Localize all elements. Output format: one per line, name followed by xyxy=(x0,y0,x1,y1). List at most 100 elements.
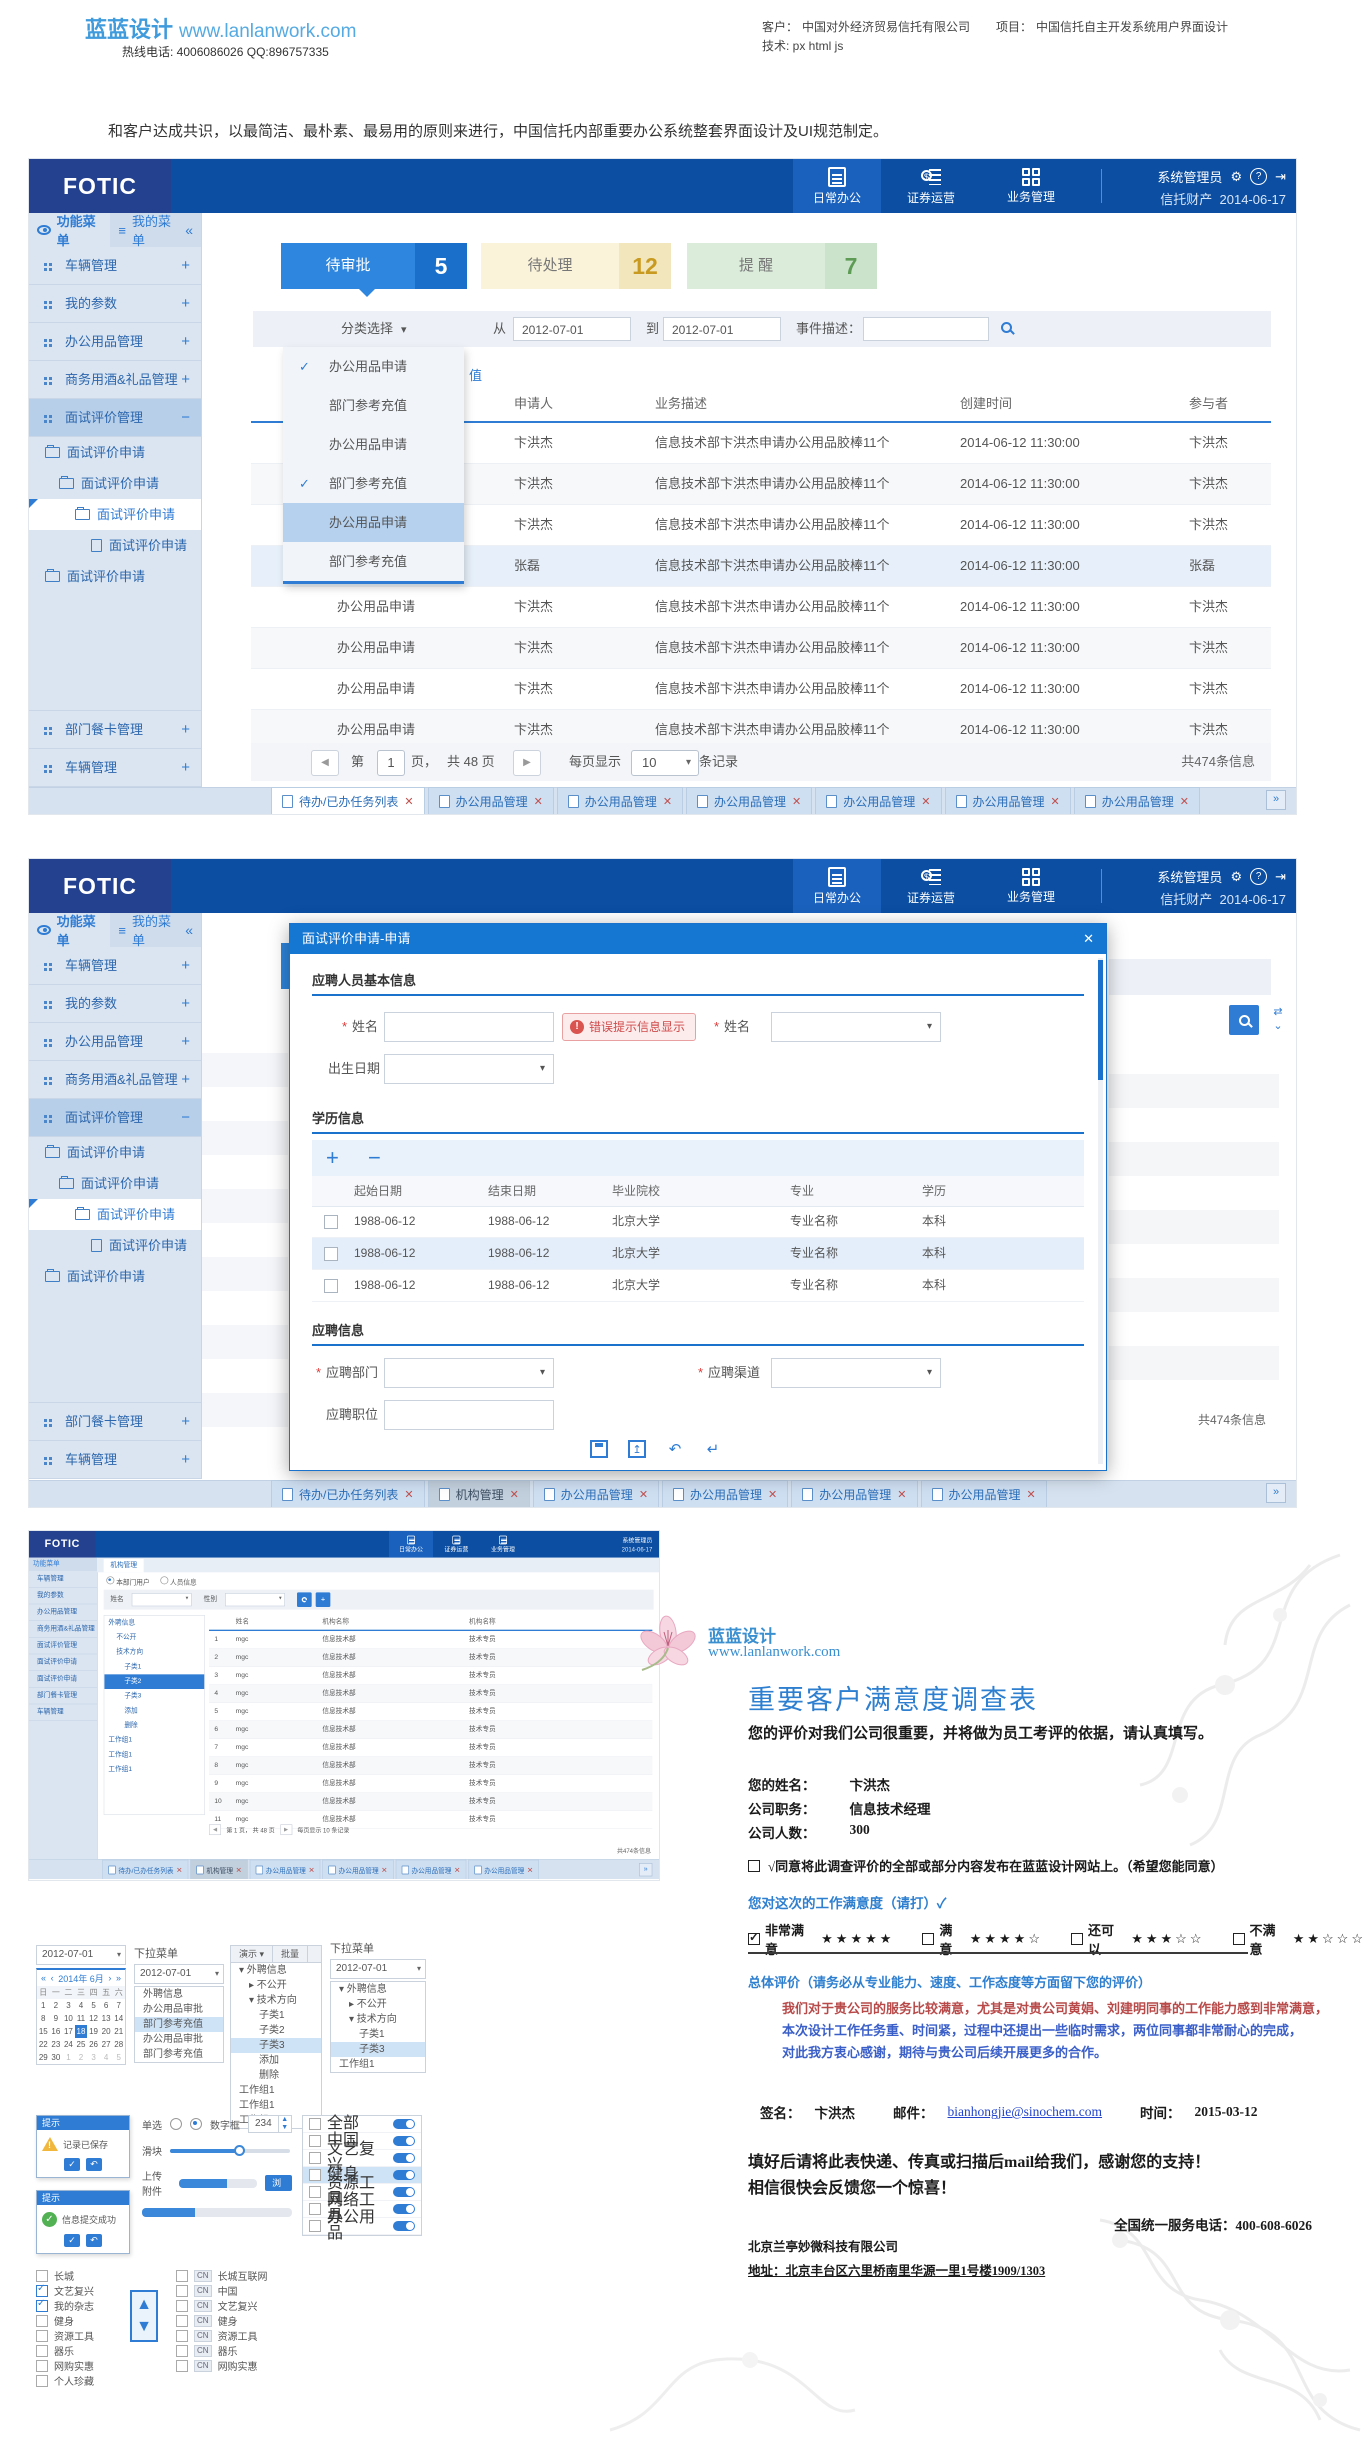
table-row[interactable]: 8mgc 信息技术部技术专员 xyxy=(209,1757,652,1775)
tree-node[interactable]: 子类1 xyxy=(331,2027,425,2042)
checkbox-row[interactable]: 长城 xyxy=(36,2268,122,2283)
toggle-row[interactable]: 全部 xyxy=(303,2116,421,2133)
tree-node[interactable]: 工作组1 xyxy=(231,2098,321,2113)
row-checkbox[interactable] xyxy=(324,1247,338,1261)
nav-tab-daily-office[interactable]: 日常办公 xyxy=(793,159,881,213)
sidebar-item[interactable]: 车辆管理 xyxy=(29,1571,97,1588)
close-icon[interactable]: ✕ xyxy=(510,1488,519,1501)
help-icon[interactable]: ? xyxy=(1250,868,1267,885)
nav-tab-business[interactable]: 业务管理 xyxy=(981,859,1081,913)
checkbox-icon[interactable] xyxy=(176,2330,188,2342)
checkbox-icon[interactable] xyxy=(309,2203,321,2215)
doc-tab[interactable]: 待办/已办任务列表✕ xyxy=(271,787,425,814)
dropdown-item[interactable]: 部门参考充值 xyxy=(135,2047,223,2062)
next-page-button[interactable]: ▶ xyxy=(280,1824,292,1835)
expand-icon[interactable]: + xyxy=(181,749,190,786)
toggle-switch[interactable] xyxy=(393,2170,415,2180)
close-icon[interactable]: ✕ xyxy=(768,1488,777,1501)
sidebar-item[interactable]: 商务用酒&礼品管理+ xyxy=(29,1061,201,1099)
tree-node[interactable]: 工作组1 xyxy=(231,2083,321,2098)
table-row[interactable]: 1mgc 信息技术部技术专员 xyxy=(209,1631,652,1649)
calendar-day[interactable]: 3 xyxy=(87,2051,100,2064)
calendar-day[interactable]: 6 xyxy=(100,1999,113,2012)
table-row[interactable]: 办公用品申请 卞洪杰 信息技术部卞洪杰申请办公用品胶棒11个 2014-06-1… xyxy=(251,669,1271,710)
cn-row[interactable]: CN 资源工具 xyxy=(176,2328,306,2343)
tree-node[interactable]: 子类1 xyxy=(231,2008,321,2023)
tree-node[interactable]: 工作组1 xyxy=(104,1762,204,1777)
checkbox-icon[interactable] xyxy=(36,2375,48,2387)
checkbox-icon[interactable] xyxy=(176,2315,188,2327)
calendar-day[interactable]: 17 xyxy=(62,2025,75,2038)
calendar-day[interactable]: 21 xyxy=(112,2025,125,2038)
doc-tab[interactable]: 机构管理✕ xyxy=(190,1860,247,1879)
dropdown-item[interactable]: 外聘信息 xyxy=(135,1987,223,2002)
undo-button[interactable]: ↶ xyxy=(86,2234,102,2247)
more-tabs-button[interactable]: » xyxy=(1266,790,1286,810)
sidebar-item[interactable]: 商务用酒&礼品管理 xyxy=(29,1621,97,1638)
search-icon[interactable] xyxy=(1001,321,1012,336)
tree-node[interactable]: 工作组1 xyxy=(104,1748,204,1763)
table-row[interactable]: 办公用品申请 卞洪杰 信息技术部卞洪杰申请办公用品胶棒11个 2014-06-1… xyxy=(251,628,1271,669)
doc-tab[interactable]: 办公用品管理✕ xyxy=(323,1860,394,1879)
return-icon[interactable]: ↵ xyxy=(704,1440,722,1458)
tree-node[interactable]: 添加 xyxy=(231,2053,321,2068)
expand-icon[interactable]: + xyxy=(181,1061,190,1098)
name-select[interactable] xyxy=(132,1593,192,1606)
next-year-icon[interactable]: » xyxy=(116,1973,121,1983)
calendar-day[interactable]: 2 xyxy=(50,1999,63,2012)
expand-icon[interactable]: + xyxy=(181,1403,190,1440)
position-input[interactable] xyxy=(384,1400,554,1430)
checkbox-icon[interactable] xyxy=(176,2270,188,2282)
tree-tab[interactable]: 批量 xyxy=(273,1946,308,1962)
checkbox-icon[interactable] xyxy=(36,2285,48,2297)
birth-select[interactable] xyxy=(384,1054,554,1084)
dropdown-item[interactable]: ✓部门参考充值 xyxy=(283,464,464,503)
table-row[interactable]: 10mgc 信息技术部技术专员 xyxy=(209,1793,652,1811)
expand-icon[interactable]: + xyxy=(181,1023,190,1060)
close-icon[interactable]: ✕ xyxy=(639,1488,648,1501)
close-icon[interactable]: ✕ xyxy=(897,1488,906,1501)
radio-icon[interactable] xyxy=(160,1576,168,1584)
sidebar-item[interactable]: 面试评价管理− xyxy=(29,1099,201,1137)
ok-button[interactable]: ✓ xyxy=(64,2158,80,2171)
expand-icon[interactable]: + xyxy=(181,323,190,360)
checkbox-icon[interactable] xyxy=(36,2345,48,2357)
nav-tab-securities[interactable]: $证券运营 xyxy=(881,159,981,213)
calendar-day[interactable]: 29 xyxy=(37,2051,50,2064)
sidebar-collapse-button[interactable]: « xyxy=(185,922,201,938)
checkbox-icon[interactable] xyxy=(36,2300,48,2312)
sidebar-subitem[interactable]: 面试评价申请 xyxy=(29,468,201,499)
checkbox-icon[interactable] xyxy=(309,2118,321,2130)
sidebar-item[interactable]: 商务用酒&礼品管理+ xyxy=(29,361,201,399)
checkbox-row[interactable]: 资源工具 xyxy=(36,2328,122,2343)
doc-tab[interactable]: 办公用品管理✕ xyxy=(815,787,941,814)
channel-select[interactable] xyxy=(771,1358,941,1388)
tree-node[interactable]: 子类3 xyxy=(104,1689,204,1704)
checkbox-icon[interactable] xyxy=(309,2152,321,2164)
sidebar-subitem[interactable]: 面试评价申请 xyxy=(29,499,201,530)
calendar-day[interactable]: 30 xyxy=(50,2051,63,2064)
prev-page-button[interactable]: ◀ xyxy=(311,750,339,776)
close-icon[interactable]: ✕ xyxy=(404,795,413,808)
checkbox-row[interactable]: 器乐 xyxy=(36,2343,122,2358)
nav-tab-business[interactable]: 业务管理 xyxy=(981,159,1081,213)
doc-tab[interactable]: 办公用品管理✕ xyxy=(468,1860,539,1879)
prev-year-icon[interactable]: « xyxy=(41,1973,46,1983)
category-select[interactable]: 分类选择 xyxy=(341,311,407,348)
up-arrow-icon[interactable]: ▲ xyxy=(136,2296,152,2314)
calendar-day[interactable]: 2 xyxy=(75,2051,88,2064)
dropdown-item[interactable]: ✓办公用品申请 xyxy=(283,425,464,464)
tab-remind[interactable]: 提 醒7 xyxy=(687,243,877,289)
row-checkbox[interactable] xyxy=(324,1279,338,1293)
calendar-day[interactable]: 3 xyxy=(62,1999,75,2012)
close-icon[interactable]: ✕ xyxy=(404,1488,413,1501)
doc-tab[interactable]: 办公用品管理✕ xyxy=(1074,787,1200,814)
logout-icon[interactable]: ⇥ xyxy=(1275,869,1286,885)
tree-node[interactable]: ▾ 外聘信息 xyxy=(231,1963,321,1978)
slider[interactable] xyxy=(170,2149,290,2153)
tree-node[interactable]: 不公开 xyxy=(104,1630,204,1645)
tree-node[interactable]: ▸ 不公开 xyxy=(331,1997,425,2012)
sidebar-item[interactable]: 办公用品管理+ xyxy=(29,323,201,361)
tree-node[interactable]: 添加 xyxy=(104,1704,204,1719)
sidebar-item[interactable]: 部门餐卡管理+ xyxy=(29,1403,201,1441)
